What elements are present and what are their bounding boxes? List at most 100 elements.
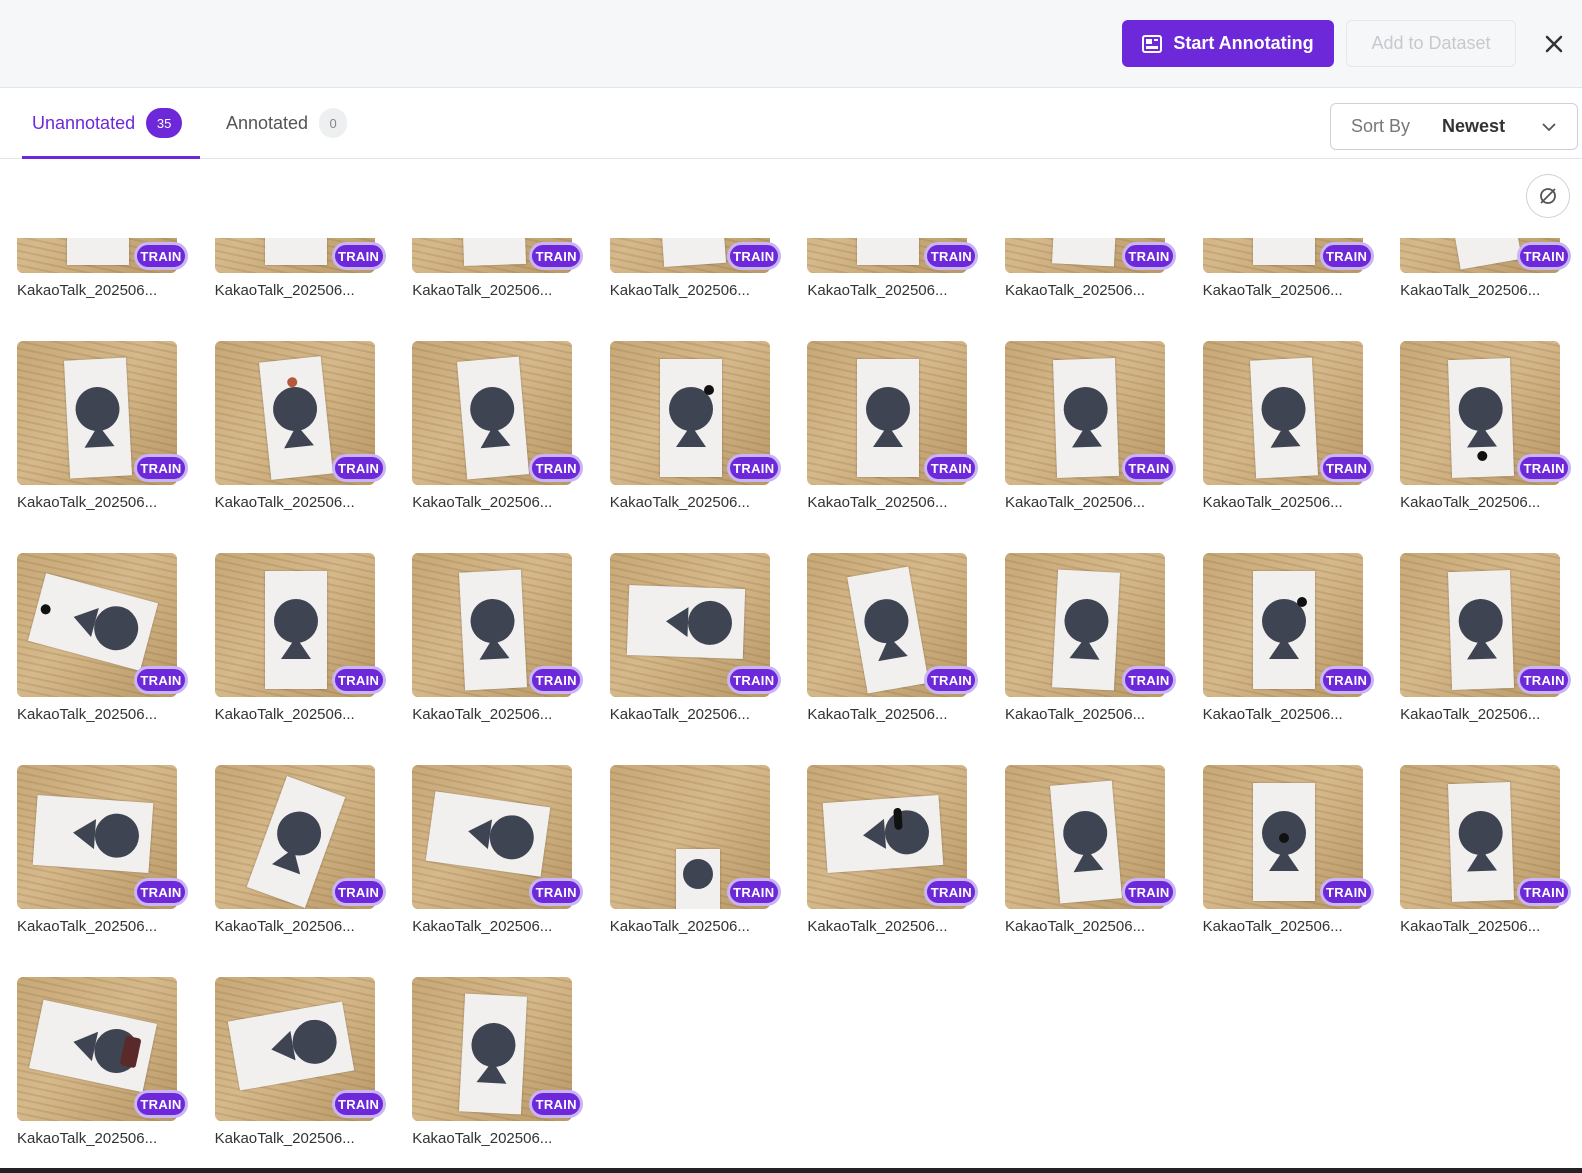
image-card[interactable]: TRAIN KakaoTalk_202506...	[1400, 553, 1572, 723]
image-card[interactable]: TRAIN KakaoTalk_202506...	[17, 977, 188, 1147]
image-filename: KakaoTalk_202506...	[214, 1130, 355, 1147]
split-badge: TRAIN	[1121, 666, 1176, 694]
image-filename: KakaoTalk_202506...	[1004, 706, 1146, 723]
image-filename: KakaoTalk_202506...	[609, 918, 750, 935]
image-card[interactable]: TRAIN KakaoTalk_202506...	[412, 977, 584, 1147]
image-card[interactable]: TRAIN KakaoTalk_202506...	[214, 238, 386, 299]
image-filename: KakaoTalk_202506...	[214, 494, 355, 511]
image-card[interactable]: TRAIN KakaoTalk_202506...	[807, 765, 979, 935]
pictogram-base	[466, 816, 493, 850]
image-card[interactable]: TRAIN KakaoTalk_202506...	[412, 341, 584, 511]
image-card[interactable]: TRAIN KakaoTalk_202506...	[1004, 238, 1176, 299]
image-card[interactable]: TRAIN KakaoTalk_202506...	[214, 977, 386, 1147]
paper-card	[27, 573, 159, 671]
pictogram-base	[478, 636, 510, 660]
image-card[interactable]: TRAIN KakaoTalk_202506...	[609, 553, 781, 723]
image-card[interactable]: TRAIN KakaoTalk_202506...	[1400, 341, 1572, 511]
paper-card	[857, 359, 920, 477]
paper-card	[1249, 357, 1318, 479]
close-button[interactable]	[1540, 30, 1568, 58]
split-badge: TRAIN	[1319, 454, 1374, 482]
annotated-count-badge: 0	[319, 108, 348, 138]
paper-card	[1052, 357, 1120, 479]
image-card[interactable]: TRAIN KakaoTalk_202506...	[807, 341, 979, 511]
image-filename: KakaoTalk_202506...	[214, 918, 355, 935]
image-card[interactable]: TRAIN KakaoTalk_202506...	[17, 238, 188, 299]
split-badge: TRAIN	[1121, 878, 1176, 906]
image-card[interactable]: TRAIN KakaoTalk_202506...	[412, 553, 584, 723]
paper-card	[264, 238, 327, 265]
image-card[interactable]: TRAIN KakaoTalk_202506...	[1004, 765, 1176, 935]
image-card[interactable]: TRAIN KakaoTalk_202506...	[1202, 238, 1374, 299]
image-filename: KakaoTalk_202506...	[609, 706, 750, 723]
image-card[interactable]: TRAIN KakaoTalk_202506...	[214, 765, 386, 935]
paper-card	[67, 238, 129, 265]
pictogram-base	[873, 425, 904, 447]
image-filename: KakaoTalk_202506...	[807, 706, 948, 723]
image-filename: KakaoTalk_202506...	[1202, 282, 1343, 299]
paper-card	[857, 238, 920, 265]
image-card[interactable]: TRAIN KakaoTalk_202506...	[17, 553, 188, 723]
image-card[interactable]: TRAIN KakaoTalk_202506...	[1004, 341, 1176, 511]
split-badge: TRAIN	[726, 666, 781, 694]
image-filename: KakaoTalk_202506...	[807, 494, 948, 511]
image-card[interactable]: TRAIN KakaoTalk_202506...	[214, 341, 386, 511]
image-filename: KakaoTalk_202506...	[1202, 918, 1343, 935]
pictogram-base	[862, 818, 887, 851]
sort-value: Newest	[1442, 116, 1506, 136]
pictogram-head	[883, 808, 931, 856]
image-card[interactable]: TRAIN KakaoTalk_202506...	[412, 238, 584, 299]
paper-card	[457, 356, 530, 480]
pictogram-base	[1268, 424, 1301, 448]
image-card[interactable]: TRAIN KakaoTalk_202506...	[807, 238, 979, 299]
pictogram-base	[1466, 636, 1498, 660]
image-card[interactable]: TRAIN KakaoTalk_202506...	[1400, 238, 1572, 299]
image-card[interactable]: TRAIN KakaoTalk_202506...	[17, 341, 188, 511]
image-grid-inner: TRAIN KakaoTalk_202506... TRAIN KakaoTalk_2…	[17, 238, 1577, 1147]
image-filename: KakaoTalk_202506...	[412, 494, 553, 511]
paper-card	[28, 999, 158, 1093]
image-card[interactable]: TRAIN KakaoTalk_202506...	[1202, 765, 1374, 935]
split-badge: TRAIN	[726, 878, 781, 906]
split-badge: TRAIN	[1319, 878, 1374, 906]
split-badge: TRAIN	[331, 666, 386, 694]
image-card[interactable]: TRAIN KakaoTalk_202506...	[1202, 553, 1374, 723]
image-card[interactable]: TRAIN KakaoTalk_202506...	[1004, 553, 1176, 723]
tab-unannotated[interactable]: Unannotated 35	[22, 88, 200, 159]
paper-card	[626, 584, 745, 660]
image-card[interactable]: TRAIN KakaoTalk_202506...	[214, 553, 386, 723]
split-badge: TRAIN	[1319, 666, 1374, 694]
image-filename: KakaoTalk_202506...	[412, 918, 553, 935]
split-badge: TRAIN	[924, 242, 979, 270]
split-badge: TRAIN	[726, 454, 781, 482]
split-badge: TRAIN	[529, 454, 584, 482]
paper-card	[1049, 780, 1122, 904]
unannotated-count-badge: 35	[146, 108, 183, 138]
image-filename: KakaoTalk_202506...	[214, 282, 355, 299]
marker-dot	[1477, 450, 1488, 462]
pictogram-base	[280, 637, 311, 659]
image-card[interactable]: TRAIN KakaoTalk_202506...	[17, 765, 188, 935]
split-badge: TRAIN	[331, 1090, 386, 1118]
image-card[interactable]: TRAIN KakaoTalk_202506...	[609, 765, 781, 935]
pictogram-head	[93, 812, 141, 860]
split-badge: TRAIN	[1517, 666, 1572, 694]
paper-card	[847, 566, 930, 694]
add-to-dataset-button[interactable]: Add to Dataset	[1346, 20, 1516, 67]
image-card[interactable]: TRAIN KakaoTalk_202506...	[1400, 765, 1572, 935]
start-annotating-button[interactable]: Start Annotating	[1122, 20, 1334, 67]
hide-filter-button[interactable]	[1526, 174, 1570, 218]
image-card[interactable]: TRAIN KakaoTalk_202506...	[412, 765, 584, 935]
tab-annotated[interactable]: Annotated 0	[226, 88, 348, 158]
image-filename: KakaoTalk_202506...	[412, 1130, 553, 1147]
image-card[interactable]: TRAIN KakaoTalk_202506...	[609, 341, 781, 511]
image-filename: KakaoTalk_202506...	[214, 706, 355, 723]
sort-dropdown[interactable]: Sort By Newest	[1330, 103, 1578, 150]
image-card[interactable]: TRAIN KakaoTalk_202506...	[609, 238, 781, 299]
image-card[interactable]: TRAIN KakaoTalk_202506...	[807, 553, 979, 723]
tab-annotated-label: Annotated	[226, 112, 309, 133]
tab-bar: Unannotated 35 Annotated 0 Sort By Newes…	[0, 88, 1582, 159]
image-card[interactable]: TRAIN KakaoTalk_202506...	[1202, 341, 1374, 511]
paper-card	[425, 791, 551, 877]
image-filename: KakaoTalk_202506...	[1004, 282, 1146, 299]
